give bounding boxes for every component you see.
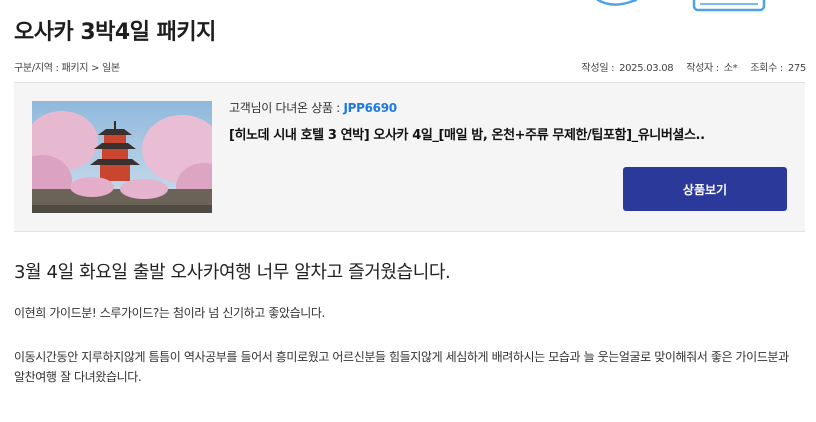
product-info: 고객님이 다녀온 상품 : JPP6690 [히노데 시내 호텔 3 연박] 오… xyxy=(229,99,787,143)
pagoda-cherry-blossom-icon xyxy=(32,101,212,213)
post-author: 소* xyxy=(723,63,738,74)
author-label: 작성자 : xyxy=(686,63,719,74)
breadcrumb: 구분/지역 : 패키지 > 일본 xyxy=(14,63,120,74)
post-meta-row: 구분/지역 : 패키지 > 일본 작성일 : 2025.03.08 작성자 : … xyxy=(14,59,806,75)
product-code-line: 고객님이 다녀온 상품 : JPP6690 xyxy=(229,99,787,116)
post-paragraph: 이현희 가이드분! 스루가이드?는 첨이라 넘 신기하고 좋았습니다. xyxy=(14,306,325,320)
product-name-link[interactable]: [히노데 시내 호텔 3 연박] 오사카 4일_[매일 밤, 온천+주류 무제한… xyxy=(229,124,787,143)
decorative-illustration-icon xyxy=(596,0,766,12)
views-label: 조회수 : xyxy=(750,63,783,74)
view-product-button[interactable]: 상품보기 xyxy=(623,167,787,211)
post-info: 작성일 : 2025.03.08 작성자 : 소* 조회수 : 275 xyxy=(572,59,807,74)
page-title: 오사카 3박4일 패키지 xyxy=(14,20,216,45)
product-image[interactable] xyxy=(32,101,212,213)
post-paragraph: 이동시간동안 지루하지않게 틈틈이 역사공부를 들어서 흥미로웠고 어르신분들 … xyxy=(14,350,789,384)
view-count: 275 xyxy=(787,63,806,74)
date-label: 작성일 : xyxy=(581,63,615,74)
product-code: JPP6690 xyxy=(343,101,397,115)
post-heading: 3월 4일 화요일 출발 오사카여행 너무 알차고 즐거웠습니다. xyxy=(14,262,451,283)
post-date: 2025.03.08 xyxy=(619,63,674,74)
product-code-label: 고객님이 다녀온 상품 : xyxy=(229,101,340,115)
product-card: 고객님이 다녀온 상품 : JPP6690 [히노데 시내 호텔 3 연박] 오… xyxy=(14,82,805,232)
